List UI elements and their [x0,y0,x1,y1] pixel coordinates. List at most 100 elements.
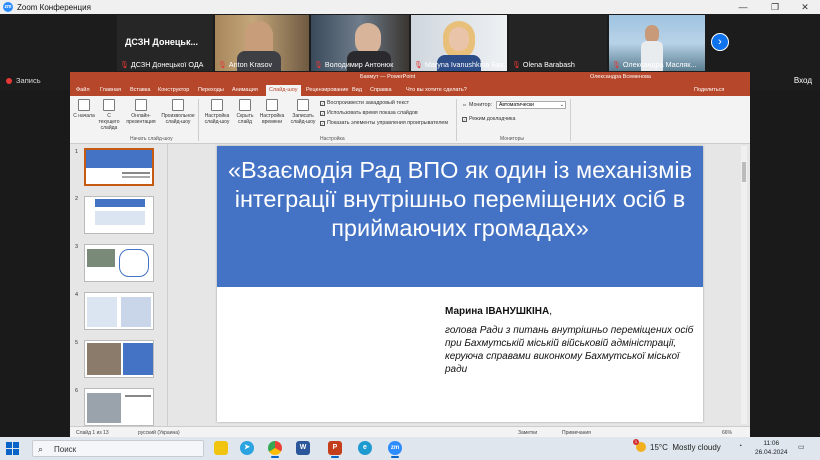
monitor-select[interactable]: Автоматически ⌄ [496,101,566,109]
chevron-down-icon: ⌄ [559,102,564,108]
hide-slide-button[interactable]: Скрыть слайд [234,99,256,125]
participant-name: Maryna Ivanushkina Бах... [424,60,507,69]
taskbar-search-input[interactable]: ⌕ Поиск [32,440,204,457]
author-last-name: ІВАНУШКІНА [485,306,550,317]
record-slideshow-button[interactable]: Записать слайд-шоу [288,99,318,125]
present-online-button[interactable]: Онлайн-презентация [125,99,157,125]
slide-thumbnail[interactable] [84,148,154,186]
show-media-controls-checkbox[interactable]: ✓ Показать элементы управления проигрыват… [320,120,448,126]
author-first-name: Марина [445,306,486,317]
weather-temp: 15°C [650,442,668,452]
scrollbar-thumb[interactable] [742,162,746,182]
setup-slideshow-button[interactable]: Настройка слайд-шоу [200,99,234,125]
from-beginning-button[interactable]: С начала [73,99,95,119]
thumb-number: 1 [75,149,79,155]
notes-button[interactable]: Заметки [518,430,537,436]
word-icon[interactable]: W [296,441,310,455]
hide-slide-icon [239,99,251,111]
video-tile[interactable]: ДСЗН Донецьк... 🎙 ДСЗН Донецької ОДА [117,15,213,71]
video-tile[interactable]: 🎙 Anton Krasov [215,15,309,71]
zoom-level[interactable]: 66% [722,430,732,436]
group-setup-label: Настройка [320,136,345,142]
author-name[interactable]: Марина ІВАНУШКІНА, [445,306,552,317]
vertical-scrollbar[interactable] [741,146,747,424]
slide-title[interactable]: «Взаємодія Рад ВПО як один із механізмів… [225,156,695,243]
zoom-icon[interactable]: zm [388,441,402,458]
tab-transitions[interactable]: Переходы [198,87,224,93]
checkmark-icon: ✓ [320,120,325,126]
network-icon[interactable]: ◔ [738,443,742,450]
clock-date: 26.04.2024 [755,449,788,456]
slide-thumbnail[interactable] [84,340,154,378]
video-strip: ДСЗН Донецьк... 🎙 ДСЗН Донецької ОДА 🎙 Ant… [0,14,820,72]
muted-mic-icon: 🎙 [612,61,621,69]
presenter-view-checkbox[interactable]: ✓ Режим докладчика [462,116,515,122]
close-button[interactable]: ✕ [790,0,820,14]
tab-help[interactable]: Справка [370,87,392,93]
comments-button[interactable]: Примечания [562,430,591,436]
play-narrations-checkbox[interactable]: ✓ Воспроизвести закадровый текст [320,100,409,106]
tab-slideshow[interactable]: Слайд-шоу [266,85,301,96]
tab-review[interactable]: Рецензирование [306,87,348,93]
video-tile[interactable]: 🎙 Володимир Антонюк [311,15,409,71]
chevron-right-icon[interactable]: › [711,33,729,51]
slide-thumbnails-pane: 1 2 3 4 5 6 [70,144,168,426]
video-tile[interactable]: 🎙 Olena Barabash [509,15,607,71]
file-explorer-icon[interactable] [214,441,228,455]
slide-counter: Слайд 1 из 13 [76,430,109,436]
slide-thumbnail[interactable] [84,196,154,234]
group-monitors-label: Мониторы [500,136,524,142]
participant-name-large: ДСЗН Донецьк... [125,37,198,47]
from-current-button[interactable]: С текущего слайда [96,99,122,131]
ppt-workspace: 1 2 3 4 5 6 «Взаємодія Рад ВПО як один і… [70,144,750,426]
share-button[interactable]: Поделиться [694,87,724,93]
participant-name: Олександра Масляк... [622,60,697,69]
maximize-button[interactable]: ❐ [760,0,790,14]
slide-canvas[interactable]: «Взаємодія Рад ВПО як один із механізмів… [217,146,703,422]
search-placeholder: Поиск [54,445,77,454]
tell-me-search[interactable]: Что вы хотите сделать? [406,87,467,93]
author-comma: , [549,306,552,317]
tab-animations[interactable]: Анимация [232,87,258,93]
muted-mic-icon: 🎙 [218,61,227,69]
tab-home[interactable]: Главная [100,87,121,93]
slide-title-banner: «Взаємодія Рад ВПО як один із механізмів… [217,146,703,287]
weather-widget[interactable]: 1 15°C Mostly cloudy [633,439,721,452]
search-icon: ⌕ [38,444,44,454]
tab-view[interactable]: Вид [352,87,362,93]
video-tile[interactable]: 🎙 Maryna Ivanushkina Бах... [411,15,507,71]
video-tile[interactable]: 🎙 Олександра Масляк... [609,15,705,71]
windows-start-icon[interactable] [6,442,19,455]
exit-button[interactable]: Вход [794,76,812,85]
play-icon [78,99,90,111]
windows-taskbar: ⌕ Поиск ➤ W P e zm 1 15°C Mostly cloudy … [0,437,820,460]
use-timings-checkbox[interactable]: ✓ Использовать время показа слайдов [320,110,418,116]
tab-design[interactable]: Конструктор [158,87,189,93]
telegram-icon[interactable]: ➤ [240,441,254,455]
tab-file[interactable]: Файл [76,87,90,93]
slide-thumbnail[interactable] [84,244,154,282]
ppt-title-bar: Бахмут — PowerPoint Олександра Всеменова [70,72,750,84]
monitor-label: ▭ Монитор: [462,101,493,108]
custom-show-icon [172,99,184,111]
author-role[interactable]: голова Ради з питань внутрішньо переміще… [445,324,695,376]
system-clock[interactable]: 11:06 26.04.2024 [755,439,788,457]
muted-mic-icon: 🎙 [314,61,323,69]
play-current-icon [103,99,115,111]
edge-icon[interactable]: e [358,441,372,455]
divider [198,99,199,141]
weather-desc: Mostly cloudy [672,442,721,452]
slide-thumbnail[interactable] [84,292,154,330]
minimize-button[interactable]: — [728,0,758,14]
rehearse-timings-button[interactable]: Настройка времени [257,99,287,125]
slide-thumbnail[interactable] [84,388,154,426]
chrome-icon[interactable] [268,441,282,458]
powerpoint-icon[interactable]: P [328,441,342,458]
muted-mic-icon: 🎙 [512,61,521,69]
language-indicator[interactable]: русский (Украина) [138,430,180,436]
tab-insert[interactable]: Вставка [130,87,150,93]
recording-indicator[interactable]: Запись [6,76,41,85]
custom-show-button[interactable]: Произвольное слайд-шоу [160,99,196,125]
notifications-icon[interactable]: ▭ [798,443,805,451]
slide-editing-area: «Взаємодія Рад ВПО як один із механізмів… [169,144,749,426]
